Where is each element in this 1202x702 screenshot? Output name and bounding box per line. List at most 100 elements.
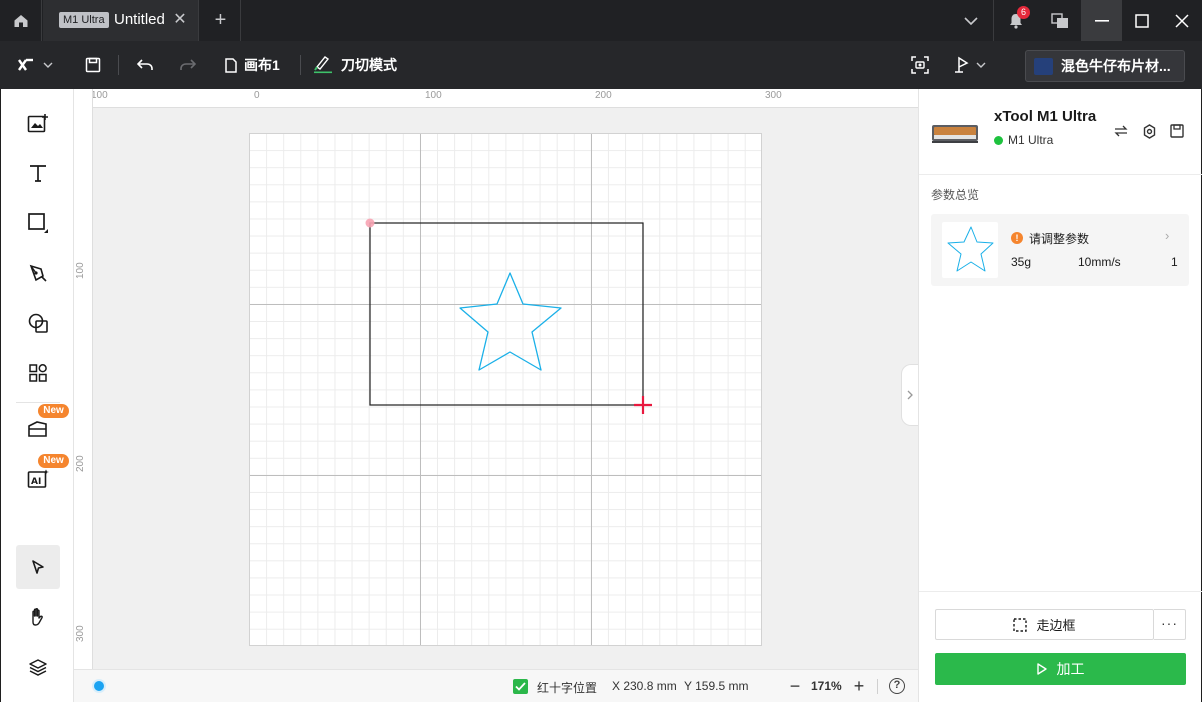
status-bar: 红十字位置 X 230.8 mm Y 159.5 mm − 171% + ? xyxy=(74,669,918,702)
processing-mode-label: 刀切模式 xyxy=(341,57,397,73)
param-power: 35g xyxy=(1011,255,1032,269)
material-selector[interactable]: 混色牛仔布片材... xyxy=(1025,50,1185,82)
frame-button-label: 走边框 xyxy=(1036,618,1076,633)
ai-icon: AI xyxy=(27,469,49,488)
chevron-down-icon xyxy=(976,62,986,68)
layers-tool[interactable] xyxy=(16,645,60,689)
device-status-label: M1 Ultra xyxy=(1008,133,1054,147)
main-toolbar: 画布1 刀切模式 混色牛仔布片材... xyxy=(0,41,1202,89)
app-window: M1 Ultra Untitled ✕ + 6 画布1 刀切模式 混色牛仔布片材… xyxy=(0,0,1202,702)
pen-tool[interactable] xyxy=(16,251,60,295)
red-cross-checkbox[interactable] xyxy=(513,679,528,694)
camera-capture-button[interactable] xyxy=(909,41,931,89)
close-window-button[interactable] xyxy=(1162,0,1202,41)
star-shape[interactable] xyxy=(459,272,562,371)
new-badge: New xyxy=(38,404,69,418)
canvas-name-button[interactable]: 画布1 xyxy=(225,41,280,89)
square-shape-icon xyxy=(28,213,48,233)
tab-list-dropdown[interactable] xyxy=(951,0,991,41)
hand-tool[interactable] xyxy=(16,595,60,639)
right-panel: xTool M1 Ultra M1 Ultra 参数总览 ! 请调整参数 › 3… xyxy=(918,89,1202,702)
titlebar-divider xyxy=(993,0,994,41)
origin-marker xyxy=(365,218,375,228)
panel-bottom-divider xyxy=(919,591,1202,592)
redo-icon xyxy=(180,59,196,70)
svg-text:AI: AI xyxy=(31,477,41,487)
canvas-name-label: 画布1 xyxy=(244,57,280,73)
chevron-down-icon xyxy=(43,62,53,68)
shape-tool[interactable] xyxy=(16,201,60,245)
elements-library-tool[interactable] xyxy=(16,351,60,395)
grid-elements-icon xyxy=(29,364,47,382)
help-button[interactable]: ? xyxy=(889,678,905,694)
save-icon xyxy=(1170,124,1184,138)
minimize-button[interactable] xyxy=(1081,0,1122,41)
windows-icon xyxy=(1051,12,1068,28)
switch-device-button[interactable] xyxy=(1113,123,1129,139)
window-switcher-button[interactable] xyxy=(1040,0,1080,41)
parameter-card[interactable]: ! 请调整参数 › 35g 10mm/s 1 xyxy=(931,214,1189,286)
cursor-icon xyxy=(32,560,44,574)
shapes-combine-icon xyxy=(28,313,48,333)
hand-icon xyxy=(32,608,43,626)
chevron-right-icon[interactable]: › xyxy=(1165,228,1169,243)
redo-button[interactable] xyxy=(177,41,199,89)
device-settings-button[interactable] xyxy=(1141,123,1157,139)
boolean-shapes-tool[interactable] xyxy=(16,301,60,345)
zoom-out-button[interactable]: − xyxy=(786,675,804,697)
scan-icon xyxy=(911,56,929,74)
canvas-area[interactable]: 100 0 100 200 300 100 200 300 xyxy=(74,89,918,669)
zoom-in-button[interactable]: + xyxy=(850,675,868,697)
text-tool[interactable] xyxy=(16,151,60,195)
maximize-button[interactable] xyxy=(1122,0,1162,41)
device-name: xTool M1 Ultra xyxy=(994,108,1097,125)
x-coordinate-readout: X 230.8 mm xyxy=(612,679,677,693)
process-button[interactable]: 加工 xyxy=(935,653,1186,685)
material-label: 混色牛仔布片材... xyxy=(1061,58,1171,74)
warning-icon: ! xyxy=(1011,232,1023,244)
processing-mode-button[interactable]: 刀切模式 xyxy=(313,41,397,89)
notification-count-badge: 6 xyxy=(1017,6,1030,19)
image-add-icon xyxy=(27,114,48,133)
maximize-icon xyxy=(1135,13,1149,28)
toolbar-divider xyxy=(300,55,301,75)
y-coordinate-readout: Y 159.5 mm xyxy=(684,679,749,693)
save-icon xyxy=(85,57,101,73)
play-icon xyxy=(1036,663,1047,675)
layers-icon xyxy=(29,659,47,676)
zoom-level[interactable]: 171% xyxy=(811,679,842,693)
star-thumbnail-icon xyxy=(947,226,994,272)
panel-collapse-handle[interactable] xyxy=(901,364,918,426)
undo-button[interactable] xyxy=(134,41,156,89)
device-save-button[interactable] xyxy=(1169,123,1185,139)
positioning-button[interactable] xyxy=(950,41,988,89)
selection-rectangle[interactable] xyxy=(369,222,644,406)
new-badge: New xyxy=(38,454,69,468)
adjust-parameters-label: 请调整参数 xyxy=(1029,232,1090,246)
tab-untitled[interactable]: M1 Ultra Untitled ✕ xyxy=(43,0,199,41)
select-tool[interactable] xyxy=(16,545,60,589)
red-cross-label: 红十字位置 xyxy=(537,681,598,695)
more-options-button[interactable]: ··· xyxy=(1154,609,1186,640)
home-icon xyxy=(14,14,27,27)
status-indicator-dot xyxy=(92,679,106,693)
notifications-button[interactable]: 6 xyxy=(996,0,1036,41)
add-image-tool[interactable] xyxy=(16,101,60,145)
document-icon xyxy=(225,57,237,73)
save-button[interactable] xyxy=(82,41,104,89)
home-button[interactable] xyxy=(0,0,42,41)
dashed-frame-icon xyxy=(1013,617,1028,632)
blade-cut-icon xyxy=(314,56,332,74)
parameter-overview-label: 参数总览 xyxy=(931,188,980,202)
swap-icon xyxy=(1114,125,1128,137)
app-menu-button[interactable] xyxy=(12,41,58,89)
frame-button[interactable]: 走边框 xyxy=(935,609,1154,640)
toolbar-divider xyxy=(118,55,119,75)
red-crosshair-icon xyxy=(634,396,652,414)
checkmark-icon xyxy=(515,682,526,691)
new-tab-button[interactable]: + xyxy=(201,0,241,41)
tab-close-icon[interactable]: ✕ xyxy=(171,11,189,29)
statusbar-divider xyxy=(877,679,878,694)
param-speed: 10mm/s xyxy=(1078,255,1121,269)
sidebar-divider xyxy=(16,402,60,403)
